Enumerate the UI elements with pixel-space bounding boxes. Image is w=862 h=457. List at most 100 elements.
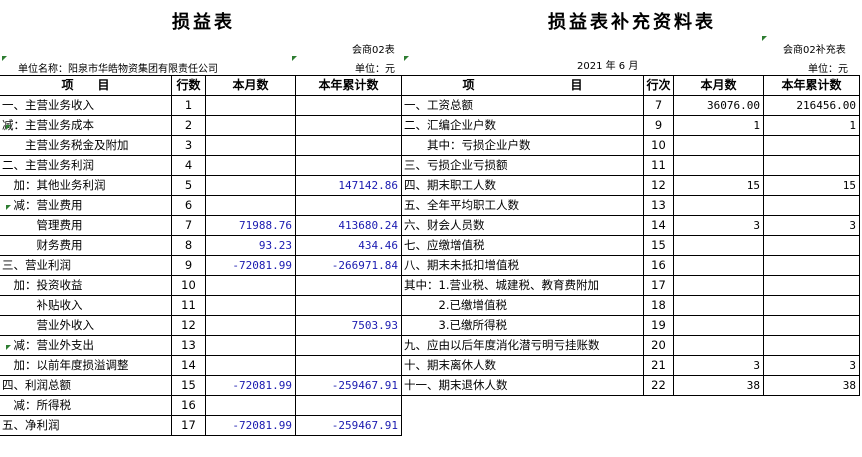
- ytd-value: [764, 156, 860, 176]
- ytd-value: [764, 136, 860, 156]
- ytd-value: [296, 356, 402, 376]
- right-title: 损益表补充资料表: [548, 12, 716, 33]
- ytd-value: [764, 336, 860, 356]
- month-value: [206, 156, 296, 176]
- cell-marker-icon: [404, 56, 409, 61]
- cell-marker-icon: [6, 125, 11, 130]
- month-value: [674, 316, 764, 336]
- row-number: 12: [172, 316, 206, 336]
- left-form-code: 会商02表: [352, 45, 395, 56]
- row-label: 六、财会人员数: [402, 216, 644, 236]
- row-number: 15: [644, 236, 674, 256]
- row-label: 三、亏损企业亏损额: [402, 156, 644, 176]
- ytd-value: [296, 136, 402, 156]
- month-value: [674, 296, 764, 316]
- header-item: 项 目: [0, 76, 172, 96]
- month-value: [206, 356, 296, 376]
- month-value: 3: [674, 356, 764, 376]
- ytd-value: [764, 296, 860, 316]
- table-top-border: [402, 75, 860, 76]
- month-value: [206, 296, 296, 316]
- row-number: 21: [644, 356, 674, 376]
- row-number: 8: [172, 236, 206, 256]
- row-number: 6: [172, 196, 206, 216]
- ytd-value: [764, 316, 860, 336]
- row-label: 八、期末未抵扣增值税: [402, 256, 644, 276]
- month-value: -72081.99: [206, 256, 296, 276]
- month-value: [206, 336, 296, 356]
- row-number: 3: [172, 136, 206, 156]
- left-unit: 单位：元: [355, 64, 395, 75]
- cell-marker-icon: [762, 36, 767, 41]
- row-number: 18: [644, 296, 674, 316]
- right-unit: 单位：元: [808, 64, 848, 75]
- row-number: 11: [172, 296, 206, 316]
- month-value: 3: [674, 216, 764, 236]
- ytd-value: 15: [764, 176, 860, 196]
- month-value: [674, 136, 764, 156]
- row-label: 十一、期末退休人数: [402, 376, 644, 396]
- row-number: 14: [644, 216, 674, 236]
- month-value: [674, 156, 764, 176]
- row-number: 19: [644, 316, 674, 336]
- row-number: 22: [644, 376, 674, 396]
- row-number: 16: [172, 396, 206, 416]
- row-number: 17: [644, 276, 674, 296]
- cell-marker-icon: [6, 205, 11, 210]
- month-value: [674, 236, 764, 256]
- ytd-value: [764, 196, 860, 216]
- row-number: 17: [172, 416, 206, 436]
- unit-name: 单位名称：阳泉市华皓物资集团有限责任公司: [18, 64, 218, 75]
- row-label: 十、期末离休人数: [402, 356, 644, 376]
- header-item: 项 目: [402, 76, 644, 96]
- ytd-value: [296, 336, 402, 356]
- row-number: 13: [172, 336, 206, 356]
- ytd-value: 413680.24: [296, 216, 402, 236]
- row-label: 七、应缴增值税: [402, 236, 644, 256]
- row-number: 7: [172, 216, 206, 236]
- ytd-value: [296, 396, 402, 416]
- ytd-value: [296, 156, 402, 176]
- month-value: [206, 176, 296, 196]
- row-label: 管理费用: [0, 216, 172, 236]
- month-value: 71988.76: [206, 216, 296, 236]
- cell-marker-icon: [292, 56, 297, 61]
- ytd-value: 147142.86: [296, 176, 402, 196]
- report-date: 2021 年 6 月: [577, 61, 639, 72]
- row-label: 减：营业费用: [0, 196, 172, 216]
- header-row-no: 行数: [172, 76, 206, 96]
- row-number: 16: [644, 256, 674, 276]
- month-value: [674, 196, 764, 216]
- row-number: 13: [644, 196, 674, 216]
- cell-marker-icon: [2, 56, 7, 61]
- row-label: 加：其他业务利润: [0, 176, 172, 196]
- header-ytd: 本年累计数: [296, 76, 402, 96]
- ytd-value: 216456.00: [764, 96, 860, 116]
- row-label: 减：所得税: [0, 396, 172, 416]
- ytd-value: [764, 236, 860, 256]
- row-number: 11: [644, 156, 674, 176]
- row-label: 二、主营业务利润: [0, 156, 172, 176]
- month-value: [206, 316, 296, 336]
- row-label: 四、利润总额: [0, 376, 172, 396]
- ytd-value: 3: [764, 216, 860, 236]
- row-label: 补贴收入: [0, 296, 172, 316]
- row-label: 减：主营业务成本: [0, 116, 172, 136]
- ytd-value: [296, 96, 402, 116]
- ytd-value: 38: [764, 376, 860, 396]
- row-label: 其中：亏损企业户数: [402, 136, 644, 156]
- ytd-value: -266971.84: [296, 256, 402, 276]
- ytd-value: [296, 276, 402, 296]
- header-month: 本月数: [206, 76, 296, 96]
- row-number: 2: [172, 116, 206, 136]
- month-value: [206, 136, 296, 156]
- row-label: 主营业务税金及附加: [0, 136, 172, 156]
- row-label: 减：营业外支出: [0, 336, 172, 356]
- month-value: 93.23: [206, 236, 296, 256]
- month-value: [206, 276, 296, 296]
- month-value: 1: [674, 116, 764, 136]
- row-label: 五、净利润: [0, 416, 172, 436]
- row-number: 12: [644, 176, 674, 196]
- ytd-value: [296, 296, 402, 316]
- row-number: 9: [172, 256, 206, 276]
